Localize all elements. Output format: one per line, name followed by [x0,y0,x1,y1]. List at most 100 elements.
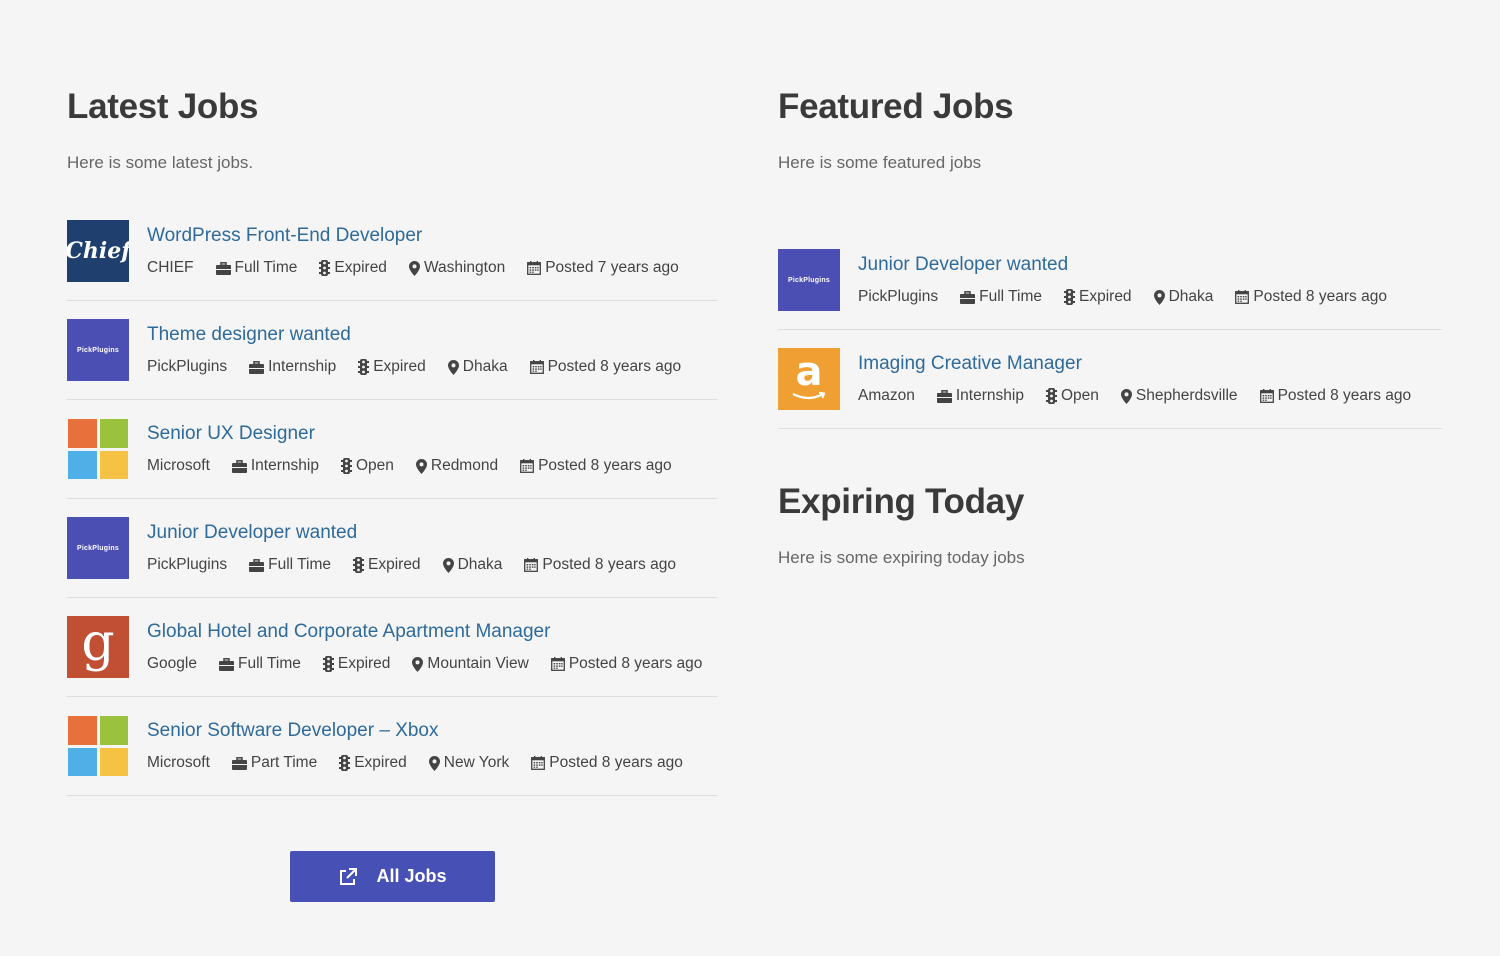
job-status: Expired [319,259,387,277]
job-location-text: Mountain View [427,655,529,672]
job-location: New York [428,754,509,772]
featured-jobs-title: Featured Jobs [778,87,1014,126]
company-logo: a [778,348,840,410]
job-type: Internship [249,358,336,376]
job-posted-text: Posted 8 years ago [568,655,703,672]
job-company: PickPlugins [858,288,938,306]
job-status: Expired [322,655,390,673]
job-posted: Posted 8 years ago [524,556,676,574]
calendar-icon [550,657,565,671]
job-title-link[interactable]: Theme designer wanted [147,324,351,346]
traffic-light-icon [322,656,334,672]
logo-text: PickPlugins [77,544,119,552]
logo-square [68,716,97,745]
job-meta: CHIEF Full Time Expired Washington Posted 7 … [147,259,701,277]
company-logo: g [67,616,129,678]
job-type: Full Time [215,259,298,277]
job-meta: Microsoft Part Time Expired New York Posted … [147,754,705,772]
job-title-link[interactable]: Global Hotel and Corporate Apartment Man… [147,621,550,643]
job-item: PickPlugins Theme designer wanted PickPlug… [67,301,717,400]
traffic-light-icon [339,755,351,771]
job-posted: Posted 7 years ago [527,259,679,277]
job-posted: Posted 8 years ago [1259,387,1412,405]
job-status-text: Expired [368,556,421,573]
job-company: Microsoft [147,457,210,475]
logo-square [68,747,97,776]
map-marker-icon [415,458,427,474]
job-location: Redmond [415,457,498,475]
job-title-link[interactable]: Imaging Creative Manager [858,353,1082,375]
map-marker-icon [412,656,424,672]
job-status-text: Expired [373,358,426,375]
logo-square [99,747,128,776]
calendar-icon [527,261,542,275]
job-meta: Google Full Time Expired Mountain View Poste… [147,655,724,673]
logo-text: PickPlugins [788,276,830,284]
job-type: Full Time [960,288,1042,306]
expiring-today-title: Expiring Today [778,482,1025,521]
latest-jobs-list: Chief WordPress Front-End Developer CHIEF F… [67,202,717,796]
traffic-light-icon [319,260,331,276]
job-meta: Microsoft Internship Open Redmond Posted 8 y… [147,457,694,475]
map-marker-icon [428,755,440,771]
job-location-text: Dhaka [457,556,503,573]
job-posted: Posted 8 years ago [520,457,672,475]
expiring-today-description: Here is some expiring today jobs [778,548,1025,567]
job-status-text: Expired [334,259,387,276]
job-location-text: Shepherdsville [1135,387,1238,404]
job-location-text: Washington [423,259,506,276]
job-type-text: Internship [268,358,337,375]
job-type-text: Internship [955,387,1024,404]
all-jobs-button[interactable]: All Jobs [290,851,495,902]
job-company: CHIEF [147,259,194,277]
job-location: Shepherdsville [1120,387,1238,405]
latest-jobs-title: Latest Jobs [67,87,259,126]
job-type: Internship [231,457,319,475]
briefcase-icon [936,389,952,403]
map-marker-icon [442,557,454,573]
job-posted-text: Posted 8 years ago [542,556,676,573]
job-company: Google [147,655,197,673]
job-location: Mountain View [412,655,529,673]
job-status: Open [1045,387,1099,405]
job-meta: PickPlugins Full Time Expired Dhaka Posted 8… [147,556,698,574]
job-company-text: Microsoft [147,457,210,474]
calendar-icon [529,360,544,374]
job-item: g Global Hotel and Corporate Apartment Ma… [67,598,717,697]
latest-jobs-description: Here is some latest jobs. [67,153,254,172]
job-title-link[interactable]: Junior Developer wanted [147,522,357,544]
job-status-text: Expired [1079,288,1132,305]
job-title-link[interactable]: Senior UX Designer [147,423,315,445]
job-title-link[interactable]: Senior Software Developer – Xbox [147,720,439,742]
job-status: Expired [353,556,421,574]
job-type-text: Full Time [234,259,298,276]
briefcase-icon [231,459,247,473]
calendar-icon [520,459,535,473]
job-location: Dhaka [1153,288,1214,306]
calendar-icon [524,558,539,572]
job-company-text: CHIEF [147,259,194,276]
job-meta: PickPlugins Full Time Expired Dhaka Posted 8… [858,288,1409,306]
job-title-link[interactable]: WordPress Front-End Developer [147,225,422,247]
job-posted: Posted 8 years ago [1235,288,1387,306]
logo-square [99,419,128,448]
job-type-text: Full Time [268,556,331,573]
job-status: Expired [358,358,426,376]
job-status-text: Open [355,457,394,474]
briefcase-icon [960,290,976,304]
map-marker-icon [1153,289,1165,305]
job-location-text: Dhaka [462,358,508,375]
job-company-text: Microsoft [147,754,210,771]
job-item: PickPlugins Junior Developer wanted PickPl… [67,499,717,598]
company-logo: PickPlugins [67,517,129,579]
job-posted-text: Posted 8 years ago [1277,387,1412,404]
map-marker-icon [447,359,459,375]
job-location-text: Dhaka [1168,288,1214,305]
job-title-link[interactable]: Junior Developer wanted [858,254,1068,276]
job-company-text: Google [147,655,197,672]
job-posted-text: Posted 8 years ago [1253,288,1387,305]
job-status: Expired [339,754,407,772]
logo-square [68,450,97,479]
job-posted-text: Posted 8 years ago [547,358,682,375]
job-item: Senior UX Designer Microsoft Internship Ope… [67,400,717,499]
